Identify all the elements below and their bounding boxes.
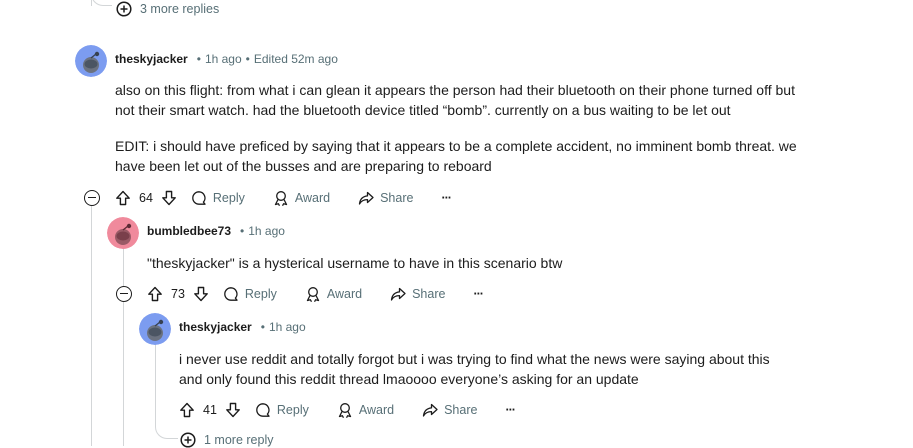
share-label: Share xyxy=(380,191,414,205)
downvote-arrow-icon[interactable] xyxy=(193,286,209,302)
downvote-arrow-icon[interactable] xyxy=(225,402,241,418)
share-label: Share xyxy=(444,403,478,417)
award-ribbon-icon xyxy=(306,287,320,302)
vote-score: 41 xyxy=(203,403,217,417)
award-label: Award xyxy=(326,287,363,301)
more-replies-label: 3 more replies xyxy=(140,2,220,16)
thread-line xyxy=(91,205,92,446)
collapse-thread-button[interactable] xyxy=(116,286,132,302)
comment-paragraph: i never use reddit and totally forgot bu… xyxy=(179,351,770,387)
thread-line xyxy=(91,0,92,6)
username[interactable]: theskyjacker xyxy=(179,320,252,334)
username[interactable]: bumbledbee73 xyxy=(147,224,231,238)
edited-label: Edited 52m ago xyxy=(253,52,338,66)
more-replies-label: 1 more reply xyxy=(204,433,274,447)
comment-actions: 73 Reply Award Share ··· xyxy=(147,282,484,306)
upvote-arrow-icon[interactable] xyxy=(147,286,163,302)
more-replies-button[interactable]: 3 more replies xyxy=(116,1,219,17)
reply-button[interactable]: Reply xyxy=(191,190,245,206)
reply-label: Reply xyxy=(244,287,277,301)
avatar[interactable] xyxy=(75,45,107,77)
avatar[interactable] xyxy=(107,217,139,249)
timestamp: 1h ago xyxy=(248,224,285,238)
vote-score: 64 xyxy=(139,191,153,205)
vote-group: 41 xyxy=(179,402,241,418)
reply-button[interactable]: Reply xyxy=(223,286,277,302)
thread-line xyxy=(123,302,124,446)
award-label: Award xyxy=(358,403,395,417)
comment-paragraph: also on this flight: from what i can gle… xyxy=(115,82,795,118)
award-label: Award xyxy=(294,191,331,205)
share-arrow-icon xyxy=(358,191,374,205)
comment-body: i never use reddit and totally forgot bu… xyxy=(179,349,789,389)
speech-bubble-icon xyxy=(256,403,270,417)
share-arrow-icon xyxy=(422,403,438,417)
reply-button[interactable]: Reply xyxy=(255,402,309,418)
share-button[interactable]: Share xyxy=(390,286,445,302)
username[interactable]: theskyjacker xyxy=(115,52,188,66)
comment-meta: theskyjacker • 1h ago • Edited 52m ago xyxy=(115,52,338,66)
comment-meta: theskyjacker • 1h ago xyxy=(179,320,306,334)
award-ribbon-icon xyxy=(274,191,288,206)
ellipsis-icon[interactable]: ··· xyxy=(505,403,515,417)
vote-group: 64 xyxy=(115,190,177,206)
avatar[interactable] xyxy=(139,313,171,345)
reply-label: Reply xyxy=(276,403,309,417)
share-arrow-icon xyxy=(390,287,406,301)
timestamp: 1h ago xyxy=(268,320,306,334)
comment-body: "theskyjacker" is a hysterical username … xyxy=(147,253,827,273)
share-button[interactable]: Share xyxy=(422,402,477,418)
upvote-arrow-icon[interactable] xyxy=(179,402,195,418)
collapse-thread-button[interactable] xyxy=(84,190,100,206)
timestamp: 1h ago xyxy=(204,52,242,66)
speech-bubble-icon xyxy=(224,287,238,301)
share-button[interactable]: Share xyxy=(358,190,413,206)
speech-bubble-icon xyxy=(192,191,206,205)
vote-score: 73 xyxy=(171,287,185,301)
award-button[interactable]: Award xyxy=(305,286,362,302)
award-button[interactable]: Award xyxy=(273,190,330,206)
ellipsis-icon[interactable]: ··· xyxy=(441,191,451,205)
comment-paragraph: "theskyjacker" is a hysterical username … xyxy=(147,255,563,271)
share-label: Share xyxy=(412,287,446,301)
award-ribbon-icon xyxy=(338,403,352,418)
comment-body: also on this flight: from what i can gle… xyxy=(115,80,815,176)
plus-circle-icon xyxy=(116,1,132,17)
upvote-arrow-icon[interactable] xyxy=(115,190,131,206)
comment-meta: bumbledbee73 • 1h ago xyxy=(147,224,285,238)
thread-line xyxy=(155,342,156,422)
comment-actions: 41 Reply Award Share ··· xyxy=(179,398,516,422)
ellipsis-icon[interactable]: ··· xyxy=(473,287,483,301)
downvote-arrow-icon[interactable] xyxy=(161,190,177,206)
comment-paragraph: EDIT: i should have preficed by saying t… xyxy=(115,138,797,174)
reply-label: Reply xyxy=(212,191,245,205)
vote-group: 73 xyxy=(147,286,209,302)
award-button[interactable]: Award xyxy=(337,402,394,418)
thread-line-curve xyxy=(91,0,112,6)
thread-line-curve xyxy=(155,420,178,439)
comment-actions: 64 Reply Award Share ··· xyxy=(115,186,452,210)
thread-line xyxy=(123,246,124,286)
